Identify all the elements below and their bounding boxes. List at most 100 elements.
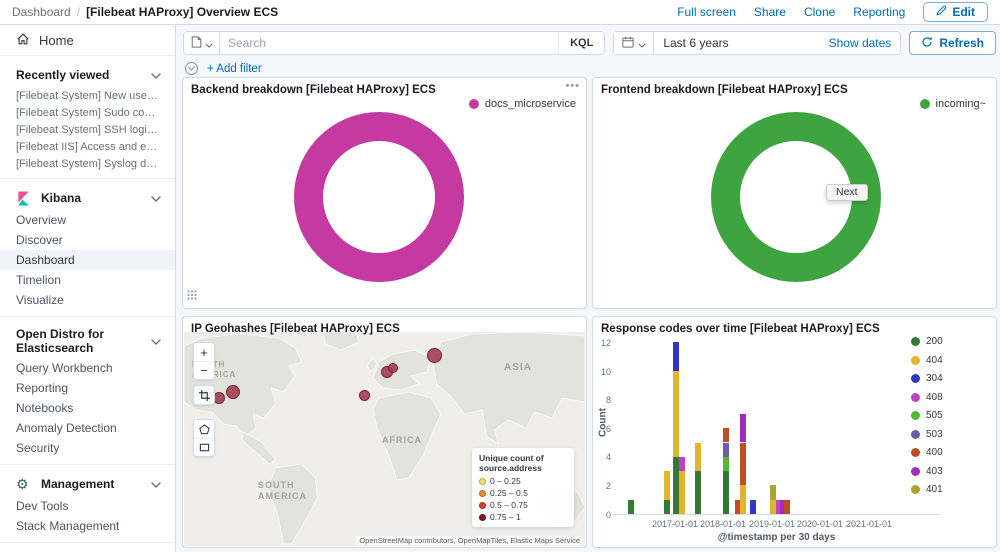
panel-title: IP Geohashes [Filebeat HAProxy] ECS: [183, 317, 586, 335]
nav-section-header[interactable]: Recently viewed: [0, 63, 175, 87]
draw-rectangle-icon[interactable]: [194, 438, 214, 456]
bar-segment-400[interactable]: [740, 443, 746, 486]
nav-section-header[interactable]: Open Distro for Elasticsearch: [0, 324, 175, 358]
legend-color-dot: [911, 430, 920, 439]
nav-item[interactable]: [Filebeat System] SSH login attempts E..…: [0, 121, 175, 138]
nav-item[interactable]: Stack Management: [0, 516, 175, 536]
show-dates-link[interactable]: Show dates: [829, 36, 901, 50]
nav-item[interactable]: Discover: [0, 230, 175, 250]
bar-segment-200[interactable]: [695, 471, 701, 514]
map-legend-item: 0 – 0.25: [479, 476, 567, 486]
backend-donut-chart[interactable]: [294, 112, 464, 282]
nav-item[interactable]: [Filebeat IIS] Access and error logs ECS: [0, 138, 175, 155]
bar-segment-403[interactable]: [740, 414, 746, 443]
bar-segment-200[interactable]: [723, 471, 729, 514]
bar-segment-200[interactable]: [628, 500, 634, 514]
nav-item[interactable]: Timelion: [0, 270, 175, 290]
legend-item[interactable]: 404: [911, 355, 943, 366]
map-legend-item: 0.75 – 1: [479, 512, 567, 522]
legend-item[interactable]: 304: [911, 373, 943, 384]
legend-item[interactable]: 403: [911, 466, 943, 477]
nav-item[interactable]: Overview: [0, 210, 175, 230]
bar-segment-404[interactable]: [679, 471, 685, 514]
bar-segment-304[interactable]: [673, 342, 679, 371]
nav-section-title: Kibana: [41, 191, 151, 205]
kql-button[interactable]: KQL: [558, 32, 604, 54]
legend-item[interactable]: incoming~: [920, 98, 986, 110]
panel-grip-icon[interactable]: [187, 287, 197, 305]
chevron-down-icon: [638, 36, 646, 51]
share-link[interactable]: Share: [754, 5, 786, 19]
bar-segment-404[interactable]: [673, 371, 679, 457]
map-dot[interactable]: [359, 390, 370, 401]
panel-options-icon[interactable]: •••: [565, 80, 580, 92]
panel-frontend-breakdown: Frontend breakdown [Filebeat HAProxy] EC…: [592, 77, 997, 309]
chart-tooltip: Next: [826, 184, 868, 201]
nav-section-title: Management: [41, 477, 151, 491]
nav-item[interactable]: Visualize: [0, 290, 175, 310]
bar-segment-400[interactable]: [784, 500, 790, 514]
map-region-label: ASIA: [504, 362, 532, 375]
legend-item[interactable]: 505: [911, 410, 943, 421]
legend-item[interactable]: 401: [911, 484, 943, 495]
bar-segment-401[interactable]: [770, 485, 776, 499]
legend-item[interactable]: 400: [911, 447, 943, 458]
nav-item[interactable]: [Filebeat System] New users and group...: [0, 87, 175, 104]
nav-item[interactable]: [Filebeat System] Sudo commands ECS: [0, 104, 175, 121]
map-draw-controls: [193, 419, 215, 457]
nav-item[interactable]: Dev Tools: [0, 496, 175, 516]
draw-polygon-icon[interactable]: [194, 420, 214, 438]
reporting-link[interactable]: Reporting: [853, 5, 905, 19]
map-zoom-out-button[interactable]: −: [194, 361, 214, 379]
full-screen-link[interactable]: Full screen: [677, 5, 736, 19]
legend-item[interactable]: 200: [911, 336, 943, 347]
map-zoom-controls: + −: [193, 342, 215, 380]
nav-item[interactable]: Anomaly Detection: [0, 418, 175, 438]
time-range-value[interactable]: Last 6 years: [654, 36, 828, 50]
nav-item[interactable]: Reporting: [0, 378, 175, 398]
bar-segment-503[interactable]: [723, 443, 729, 457]
undock-navigation-button[interactable]: Undock navigation: [0, 543, 175, 552]
clone-link[interactable]: Clone: [804, 5, 835, 19]
edit-button[interactable]: Edit: [923, 2, 988, 22]
saved-query-menu-button[interactable]: [184, 32, 220, 54]
map-dot[interactable]: [388, 363, 398, 373]
map-dot[interactable]: [427, 348, 442, 363]
map-dot[interactable]: [226, 385, 240, 399]
y-axis-tick: 2: [595, 481, 611, 491]
nav-item[interactable]: Security: [0, 438, 175, 458]
legend-item[interactable]: docs_microservice: [469, 98, 576, 110]
nav-item[interactable]: Dashboard: [0, 250, 175, 270]
nav-item[interactable]: Query Workbench: [0, 358, 175, 378]
legend-item[interactable]: 503: [911, 429, 943, 440]
bar-segment-404[interactable]: [664, 471, 670, 500]
y-axis-tick: 8: [595, 395, 611, 405]
legend-item[interactable]: 408: [911, 392, 943, 403]
nav-section: Open Distro for ElasticsearchQuery Workb…: [0, 317, 175, 465]
bar-segment-404[interactable]: [740, 485, 746, 514]
bar-segment-505[interactable]: [723, 457, 729, 471]
map-zoom-in-button[interactable]: +: [194, 343, 214, 361]
pencil-icon: [936, 5, 947, 19]
bar-segment-404[interactable]: [695, 443, 701, 472]
world-map[interactable]: NORTH AMERICAASIAAFRICASOUTH AMERICA + −…: [184, 332, 585, 546]
bar-segment-408[interactable]: [679, 457, 685, 471]
y-axis-tick: 4: [595, 452, 611, 462]
map-fit-data-icon[interactable]: [194, 386, 214, 404]
add-filter-button[interactable]: + Add filter: [207, 63, 262, 75]
bar-segment-400[interactable]: [723, 428, 729, 442]
page-title: [Filebeat HAProxy] Overview ECS: [86, 5, 278, 19]
bar-segment-304[interactable]: [750, 500, 756, 514]
breadcrumb-dashboard-link[interactable]: Dashboard: [12, 5, 71, 19]
nav-item[interactable]: [Filebeat System] Syslog dashboard ECS: [0, 155, 175, 172]
nav-section-header[interactable]: Kibana: [0, 186, 175, 210]
nav-section-header[interactable]: ⚙Management: [0, 472, 175, 496]
sidebar-item-home[interactable]: Home: [0, 25, 175, 56]
legend-label: 0.75 – 1: [490, 512, 521, 522]
nav-item[interactable]: Notebooks: [0, 398, 175, 418]
bar-segment-200[interactable]: [664, 500, 670, 514]
refresh-button[interactable]: Refresh: [909, 31, 996, 55]
calendar-menu-button[interactable]: [614, 32, 654, 54]
search-input[interactable]: [220, 36, 558, 50]
filter-options-icon[interactable]: [185, 62, 198, 75]
